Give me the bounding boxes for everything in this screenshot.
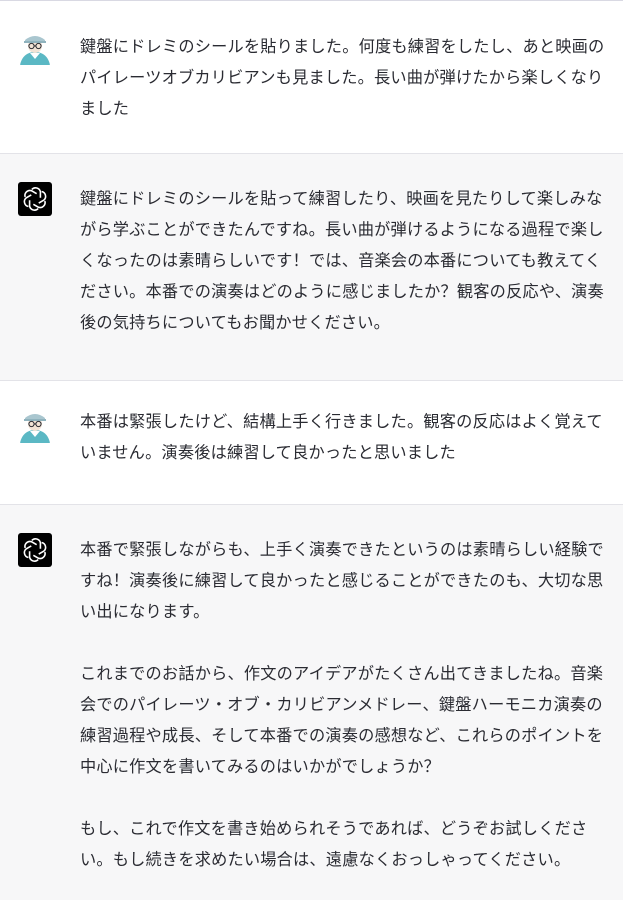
message-text: 本番で緊張しながらも、上手く演奏できたというのは素晴らしい経験ですね！演奏後に練…	[80, 534, 610, 875]
user-avatar-icon	[18, 31, 52, 65]
message-paragraph: 本番は緊張したけど、結構上手く行きました。観客の反応はよく覚えていません。演奏後…	[80, 412, 603, 462]
message-paragraph: 鍵盤にドレミのシールを貼りました。何度も練習をしたし、あと映画のパイレーツオブカ…	[80, 37, 605, 118]
user-message: 鍵盤にドレミのシールを貼りました。何度も練習をしたし、あと映画のパイレーツオブカ…	[0, 1, 623, 153]
message-paragraph: 本番で緊張しながらも、上手く演奏できたというのは素晴らしい経験ですね！演奏後に練…	[80, 540, 604, 621]
openai-logo-icon	[18, 533, 52, 567]
assistant-message: 鍵盤にドレミのシールを貼って練習したり、映画を見たりして楽しみながら学ぶことがで…	[0, 154, 623, 380]
user-avatar-icon	[18, 409, 52, 443]
user-message: 本番は緊張したけど、結構上手く行きました。観客の反応はよく覚えていません。演奏後…	[0, 381, 623, 504]
message-paragraph: これまでのお話から、作文のアイデアがたくさん出てきましたね。音楽会でのパイレーツ…	[80, 664, 604, 776]
message-paragraph: もし、これで作文を書き始められそうであれば、どうぞお試しください。もし続きを求め…	[80, 819, 588, 869]
message-paragraph: 鍵盤にドレミのシールを貼って練習したり、映画を見たりして楽しみながら学ぶことがで…	[80, 189, 604, 332]
message-text: 本番は緊張したけど、結構上手く行きました。観客の反応はよく覚えていません。演奏後…	[80, 406, 610, 468]
message-text: 鍵盤にドレミのシールを貼りました。何度も練習をしたし、あと映画のパイレーツオブカ…	[80, 31, 610, 124]
openai-logo-icon	[18, 182, 52, 216]
message-text: 鍵盤にドレミのシールを貼って練習したり、映画を見たりして楽しみながら学ぶことがで…	[80, 183, 610, 338]
assistant-message: 本番で緊張しながらも、上手く演奏できたというのは素晴らしい経験ですね！演奏後に練…	[0, 505, 623, 900]
